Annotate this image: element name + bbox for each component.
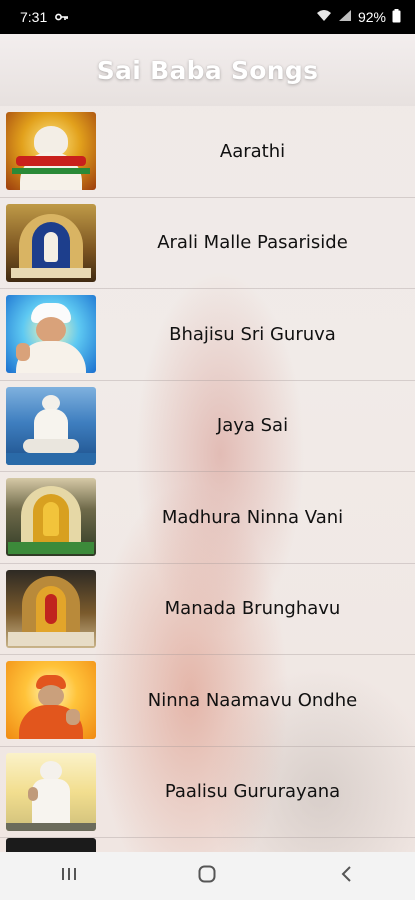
song-row-paalisu-gururayana[interactable]: Paalisu Gururayana — [0, 747, 415, 838]
key-icon — [55, 9, 69, 25]
app-screen: Sai Baba Songs Aarathi Arali Malle Pasar… — [0, 34, 415, 852]
song-title: Jaya Sai — [216, 415, 289, 437]
home-icon — [198, 865, 216, 888]
back-button[interactable] — [316, 852, 376, 900]
song-title: Aarathi — [219, 140, 286, 162]
orange-glow-image — [6, 661, 96, 740]
songs-list[interactable]: Aarathi Arali Malle Pasariside Bhajisu S… — [0, 106, 415, 852]
page-title: Sai Baba Songs — [96, 55, 319, 85]
app-header: Sai Baba Songs — [0, 34, 415, 106]
signal-icon — [338, 9, 352, 25]
song-row-aarathi[interactable]: Aarathi — [0, 106, 415, 198]
back-icon — [340, 865, 352, 888]
song-row-manada-brunghavu[interactable]: Manada Brunghavu — [0, 564, 415, 655]
aarathi-image — [6, 112, 96, 191]
battery-text: 92% — [357, 9, 386, 25]
song-row-bhajisu-sri-guruva[interactable]: Bhajisu Sri Guruva — [0, 289, 415, 381]
song-title: Paalisu Gururayana — [164, 781, 341, 803]
shrine-image — [6, 478, 96, 557]
song-row-partial[interactable] — [0, 838, 415, 852]
song-row-ninna-naamavu-ondhe[interactable]: Ninna Naamavu Ondhe — [0, 655, 415, 747]
song-title: Ninna Naamavu Ondhe — [147, 689, 358, 711]
seated-ocean-image — [6, 386, 96, 465]
recents-button[interactable] — [39, 852, 99, 900]
system-nav-bar — [0, 852, 415, 900]
wifi-icon — [316, 9, 332, 25]
battery-icon — [392, 8, 401, 26]
home-button[interactable] — [177, 852, 237, 900]
temple-image — [6, 203, 96, 282]
song-title: Manada Brunghavu — [164, 598, 341, 620]
blessing-image — [6, 295, 96, 374]
standing-image — [6, 752, 96, 831]
status-time: 7:31 — [20, 9, 48, 25]
status-bar: 7:31 92% — [0, 0, 415, 34]
partial-thumbnail — [6, 838, 96, 852]
song-row-madhura-ninna-vani[interactable]: Madhura Ninna Vani — [0, 472, 415, 564]
song-row-arali-malle-pasariside[interactable]: Arali Malle Pasariside — [0, 198, 415, 289]
song-title: Madhura Ninna Vani — [161, 506, 344, 528]
song-title: Arali Malle Pasariside — [157, 232, 348, 254]
song-title: Bhajisu Sri Guruva — [169, 323, 336, 345]
gold-statue-image — [6, 569, 96, 648]
recents-icon — [60, 866, 78, 887]
song-row-jaya-sai[interactable]: Jaya Sai — [0, 381, 415, 472]
